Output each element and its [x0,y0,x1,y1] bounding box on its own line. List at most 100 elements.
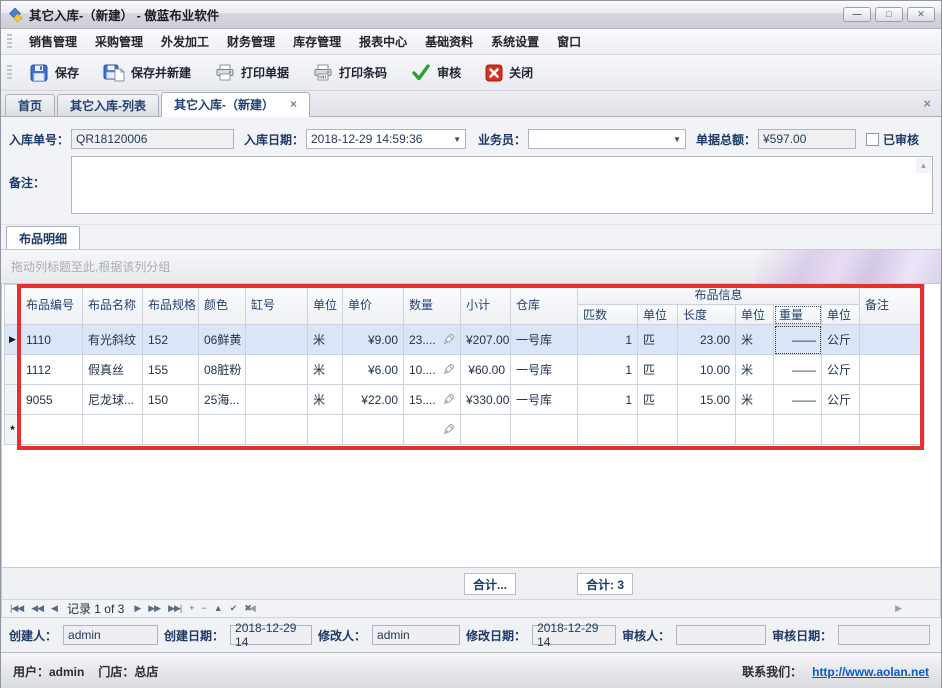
grid-cell-weight[interactable]: —— [774,325,822,355]
grid-cell-weight_unit[interactable] [822,415,860,445]
grid-cell-unit[interactable]: 米 [308,325,343,355]
row-indicator-cell[interactable] [5,385,21,415]
grid-cell-length[interactable]: 15.00 [678,385,736,415]
grid-cell-color[interactable]: 06鲜黄 [199,325,246,355]
order-no-field[interactable]: QR18120006 [71,129,234,149]
grid-cell-qty[interactable]: 15.... [404,385,461,415]
save-button[interactable]: 保存 [18,60,91,86]
nav-next-page-icon[interactable]: ▶▶ [144,603,164,613]
menu-item-3[interactable]: 财务管理 [218,30,284,53]
grid-cell-price[interactable]: ¥22.00 [343,385,404,415]
sum-count-box[interactable]: 合计: 3 [577,573,633,595]
grid-cell-weight_unit[interactable]: 公斤 [822,355,860,385]
grid-cell-length_unit[interactable]: 米 [736,385,774,415]
grid-new-row[interactable]: * [5,415,925,445]
grid-cell-weight[interactable] [774,415,822,445]
grid-row[interactable]: 1112假真丝15508脏粉米¥6.0010....¥60.00一号库1匹10.… [5,355,925,385]
grid-cell-name[interactable]: 假真丝 [83,355,143,385]
tabbar-close-icon[interactable]: × [923,96,931,111]
grid-cell-code[interactable]: 1110 [21,325,83,355]
menu-item-7[interactable]: 系统设置 [482,30,548,53]
grid-cell-color[interactable]: 08脏粉 [199,355,246,385]
col-header-warehouse[interactable]: 仓库 [511,285,578,325]
grid-cell-subtotal[interactable]: ¥207.00 [461,325,511,355]
grid-cell-length_unit[interactable]: 米 [736,355,774,385]
tab-fabric-detail[interactable]: 布品明细 [6,226,80,249]
grid-cell-warehouse[interactable]: 一号库 [511,355,578,385]
row-indicator-cell[interactable] [5,355,21,385]
col-header-subtotal[interactable]: 小计 [461,285,511,325]
grid-row[interactable]: ▶1110有光斜纹15206鲜黄米¥9.0023....¥207.00一号库1匹… [5,325,925,355]
grid-cell-weight_unit[interactable]: 公斤 [822,325,860,355]
dropdown-caret-icon[interactable]: ▼ [453,135,461,144]
grid-cell-name[interactable]: 尼龙球... [83,385,143,415]
grid-cell-length[interactable]: 10.00 [678,355,736,385]
menu-item-5[interactable]: 报表中心 [350,30,416,53]
nav-prev-page-icon[interactable]: ◀◀ [27,603,47,613]
grid-cell-spec[interactable]: 155 [143,355,199,385]
grid-cell-weight_unit[interactable]: 公斤 [822,385,860,415]
col-header-pieces-unit[interactable]: 单位 [638,305,678,325]
grid-cell-subtotal[interactable] [461,415,511,445]
total-field[interactable]: ¥597.00 [758,129,856,149]
nav-add-icon[interactable]: + [185,603,197,613]
website-link[interactable]: http://www.aolan.net [812,665,929,679]
col-header-batch[interactable]: 缸号 [246,285,308,325]
grid-cell-warehouse[interactable] [511,415,578,445]
tab-inbound-list[interactable]: 其它入库-列表 [57,94,159,116]
grid-cell-length[interactable] [678,415,736,445]
col-header-unit[interactable]: 单位 [308,285,343,325]
grid-cell-color[interactable] [199,415,246,445]
nav-prev-icon[interactable]: ◀ [47,603,61,613]
menu-item-1[interactable]: 采购管理 [86,30,152,53]
edit-pencil-icon[interactable] [442,393,455,406]
audit-date-field[interactable] [838,625,930,645]
col-header-length[interactable]: 长度 [678,305,736,325]
grid-cell-weight[interactable]: —— [774,355,822,385]
menu-item-0[interactable]: 销售管理 [20,30,86,53]
maximize-button[interactable]: □ [875,7,903,22]
grid-cell-spec[interactable]: 152 [143,325,199,355]
modify-date-field[interactable]: 2018-12-29 14 [532,625,616,645]
close-button[interactable]: ✕ [907,7,935,22]
col-header-weight-unit[interactable]: 单位 [822,305,860,325]
grid-cell-warehouse[interactable]: 一号库 [511,325,578,355]
nav-commit-icon[interactable]: ✔ [226,603,241,613]
nav-delete-icon[interactable]: − [198,603,210,613]
close-form-button[interactable]: 关闭 [473,60,545,86]
grid-cell-pieces_unit[interactable]: 匹 [638,385,678,415]
grid-cell-price[interactable] [343,415,404,445]
col-header-price[interactable]: 单价 [343,285,404,325]
grid-cell-spec[interactable] [143,415,199,445]
create-date-field[interactable]: 2018-12-29 14 [230,625,312,645]
modifier-field[interactable]: admin [372,625,460,645]
grid-cell-qty[interactable]: 10.... [404,355,461,385]
hscroll-right-icon[interactable]: ▶ [895,603,902,614]
creator-field[interactable]: admin [63,625,158,645]
grid-cell-remark[interactable] [860,355,925,385]
menu-item-8[interactable]: 窗口 [548,30,590,53]
col-header-color[interactable]: 颜色 [199,285,246,325]
col-group-fabric-info[interactable]: 布品信息 [578,285,860,305]
hscroll-left-icon[interactable]: ◀ [249,603,256,614]
grid-cell-spec[interactable]: 150 [143,385,199,415]
dropdown-caret-icon[interactable]: ▼ [673,135,681,144]
edit-pencil-icon[interactable] [442,423,455,436]
grid-cell-length_unit[interactable] [736,415,774,445]
tab-home[interactable]: 首页 [5,94,55,116]
grid-cell-batch[interactable] [246,325,308,355]
grid-cell-remark[interactable] [860,415,925,445]
grid-cell-pieces_unit[interactable] [638,415,678,445]
grid-cell-weight[interactable]: —— [774,385,822,415]
tab-inbound-new[interactable]: 其它入库-（新建） × [161,92,310,117]
edit-pencil-icon[interactable] [442,333,455,346]
grid-cell-subtotal[interactable]: ¥60.00 [461,355,511,385]
sum-amount-box[interactable]: 合计... [464,573,516,595]
auditor-field[interactable] [676,625,766,645]
nav-edit-icon[interactable]: ▲ [210,603,226,613]
grid-cell-pieces[interactable]: 1 [578,325,638,355]
col-header-spec[interactable]: 布品规格 [143,285,199,325]
grid-cell-warehouse[interactable]: 一号库 [511,385,578,415]
grid-cell-batch[interactable] [246,355,308,385]
grid-cell-length_unit[interactable]: 米 [736,325,774,355]
